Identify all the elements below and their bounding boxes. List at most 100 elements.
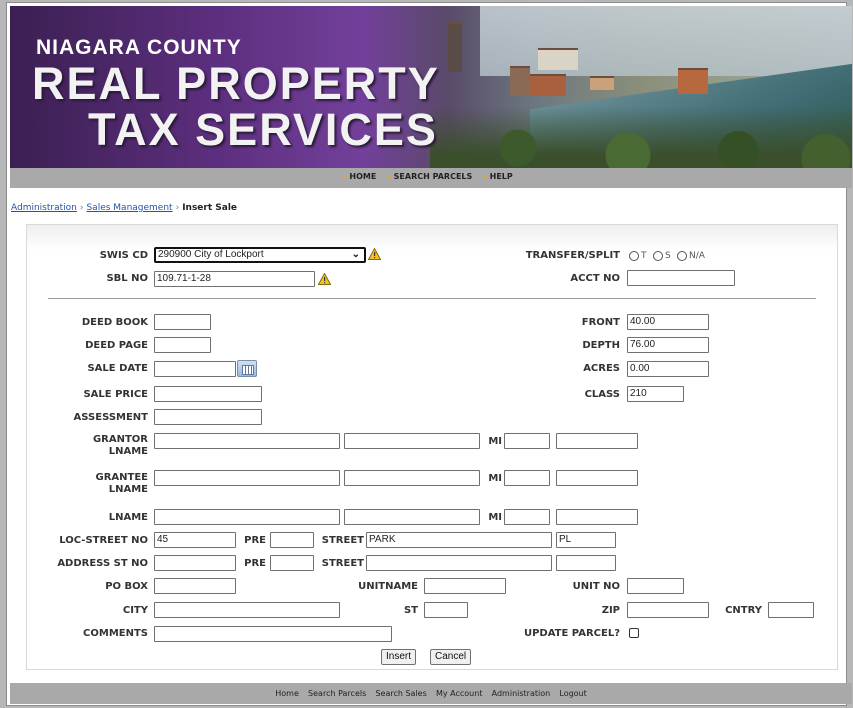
grantor-suffix-input[interactable]: [556, 433, 638, 449]
footer-administration-link[interactable]: Administration: [492, 689, 551, 698]
loc-street-no-input[interactable]: 45: [154, 532, 236, 548]
sale-date-input[interactable]: [154, 361, 236, 377]
banner-building: [678, 68, 708, 94]
grantor-mi-input[interactable]: [504, 433, 550, 449]
class-label: CLASS: [584, 389, 620, 400]
divider: [48, 298, 816, 299]
breadcrumb-sales-link[interactable]: Sales Management: [86, 203, 172, 213]
banner-building: [538, 48, 578, 70]
zip-input[interactable]: [627, 602, 709, 618]
transfer-s-radio[interactable]: [653, 251, 663, 261]
comments-input[interactable]: [154, 626, 392, 642]
assessment-label: ASSESSMENT: [73, 412, 148, 423]
address-pre-input[interactable]: [270, 555, 314, 571]
transfer-t-radio[interactable]: [629, 251, 639, 261]
loc-street-label: STREET: [321, 535, 364, 546]
cntry-input[interactable]: [768, 602, 814, 618]
grantee-suffix-input[interactable]: [556, 470, 638, 486]
unitname-label: UNITNAME: [358, 581, 418, 592]
nav-help-label: HELP: [489, 172, 513, 181]
footer-search-parcels-link[interactable]: Search Parcels: [308, 689, 366, 698]
loc-street-no-label: LOC-STREET NO: [59, 535, 148, 546]
banner-building: [510, 66, 530, 96]
footer-nav: Home Search Parcels Search Sales My Acco…: [10, 683, 852, 704]
address-street-label: STREET: [321, 558, 364, 569]
swis-cd-select[interactable]: 290900 City of Lockport ⌄: [154, 247, 366, 263]
arrow-icon: »: [482, 172, 488, 181]
swis-cd-label: SWIS CD: [99, 250, 148, 261]
grantee-label: GRANTEE LNAME: [95, 472, 149, 495]
warning-icon: [368, 248, 381, 260]
grantee-lname-input[interactable]: [154, 470, 340, 486]
loc-suffix-input[interactable]: PL: [556, 532, 616, 548]
address-st-no-label: ADDRESS ST NO: [57, 558, 148, 569]
st-input[interactable]: [424, 602, 468, 618]
sale-price-input[interactable]: [154, 386, 262, 402]
lname-mi-input[interactable]: [504, 509, 550, 525]
address-street-input[interactable]: [366, 555, 552, 571]
nav-home-link[interactable]: » HOME: [342, 172, 376, 181]
footer-search-sales-link[interactable]: Search Sales: [375, 689, 426, 698]
cancel-button[interactable]: Cancel: [430, 649, 472, 665]
footer-home-link[interactable]: Home: [275, 689, 299, 698]
po-box-input[interactable]: [154, 578, 236, 594]
top-nav: » HOME » SEARCH PARCELS » HELP: [10, 168, 852, 188]
transfer-na-radio[interactable]: [677, 251, 687, 261]
address-suffix-input[interactable]: [556, 555, 616, 571]
acres-input[interactable]: 0.00: [627, 361, 709, 377]
city-label: CITY: [122, 605, 148, 616]
city-input[interactable]: [154, 602, 340, 618]
comments-label: COMMENTS: [83, 628, 148, 639]
front-input[interactable]: 40.00: [627, 314, 709, 330]
cntry-label: CNTRY: [725, 605, 762, 616]
grantor-fname-input[interactable]: [344, 433, 480, 449]
loc-street-input[interactable]: PARK: [366, 532, 552, 548]
update-parcel-checkbox[interactable]: [629, 628, 639, 638]
loc-pre-input[interactable]: [270, 532, 314, 548]
depth-input[interactable]: 76.00: [627, 337, 709, 353]
breadcrumb-separator-icon: ›: [79, 203, 84, 213]
banner-building: [530, 74, 566, 96]
grantee-mi-label: MI: [488, 473, 502, 484]
sbl-no-input[interactable]: 109.71-1-28: [154, 271, 315, 287]
nav-search-parcels-label: SEARCH PARCELS: [393, 172, 473, 181]
footer-my-account-link[interactable]: My Account: [436, 689, 482, 698]
sbl-no-label: SBL NO: [106, 273, 148, 284]
depth-label: DEPTH: [582, 340, 620, 351]
banner-building: [448, 22, 462, 72]
grantee-fname-input[interactable]: [344, 470, 480, 486]
banner-building: [590, 76, 614, 90]
lname-suffix-input[interactable]: [556, 509, 638, 525]
zip-label: ZIP: [601, 605, 620, 616]
transfer-split-label: TRANSFER/SPLIT: [525, 250, 620, 261]
insert-button[interactable]: Insert: [381, 649, 417, 665]
nav-search-parcels-link[interactable]: » SEARCH PARCELS: [387, 172, 473, 181]
grantor-lname-input[interactable]: [154, 433, 340, 449]
lname-label: LNAME: [108, 512, 148, 523]
deed-book-input[interactable]: [154, 314, 211, 330]
nav-help-link[interactable]: » HELP: [482, 172, 512, 181]
calendar-icon[interactable]: [237, 360, 257, 377]
deed-page-input[interactable]: [154, 337, 211, 353]
address-st-no-input[interactable]: [154, 555, 236, 571]
sale-price-label: SALE PRICE: [83, 389, 148, 400]
class-input[interactable]: 210: [627, 386, 684, 402]
lname-input[interactable]: [154, 509, 340, 525]
sale-date-label: SALE DATE: [87, 363, 148, 374]
acct-no-input[interactable]: [627, 270, 735, 286]
fname-input[interactable]: [344, 509, 480, 525]
unit-no-input[interactable]: [627, 578, 684, 594]
arrow-icon: »: [342, 172, 348, 181]
banner-trees: [430, 106, 852, 168]
assessment-input[interactable]: [154, 409, 262, 425]
address-pre-label: PRE: [244, 558, 266, 569]
chevron-down-icon: ⌄: [351, 249, 360, 260]
acres-label: ACRES: [583, 363, 620, 374]
header-banner: NIAGARA COUNTY REAL PROPERTY TAX SERVICE…: [10, 6, 852, 168]
breadcrumb-administration-link[interactable]: Administration: [11, 203, 77, 213]
deed-page-label: DEED PAGE: [85, 340, 148, 351]
grantor-mi-label: MI: [488, 436, 502, 447]
unitname-input[interactable]: [424, 578, 506, 594]
footer-logout-link[interactable]: Logout: [559, 689, 586, 698]
grantee-mi-input[interactable]: [504, 470, 550, 486]
